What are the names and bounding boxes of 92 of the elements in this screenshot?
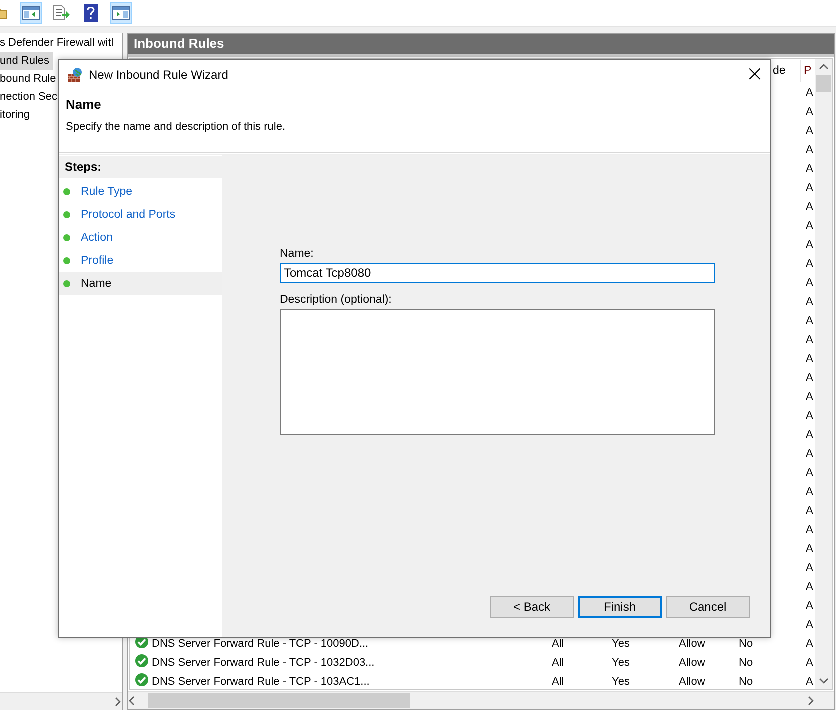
wizard-step[interactable]: Action: [59, 226, 222, 249]
table-cell: A: [806, 276, 814, 288]
table-cell: A: [806, 200, 814, 212]
description-field[interactable]: [280, 309, 715, 435]
chevron-right-icon[interactable]: [806, 696, 816, 706]
dot-icon: [63, 280, 71, 288]
tree-item[interactable]: und Rules: [0, 52, 53, 70]
toolbar-button[interactable]: [20, 2, 42, 24]
table-cell: No: [739, 638, 754, 650]
firewall-icon: [67, 66, 83, 82]
table-cell: A: [806, 466, 814, 478]
table-cell: A: [806, 390, 814, 402]
table-cell: A: [806, 220, 814, 232]
table-cell: A: [806, 124, 814, 136]
page-heading: Name: [66, 97, 102, 112]
table-cell: A: [806, 296, 814, 308]
table-cell: A: [806, 676, 814, 688]
table-cell: A: [806, 162, 814, 174]
tree-item[interactable]: s Defender Firewall witl: [0, 34, 117, 52]
field-label: Description (optional):: [280, 294, 393, 306]
table-cell: A: [806, 106, 814, 118]
pane-icon: [22, 6, 40, 20]
name-field[interactable]: Tomcat Tcp8080: [280, 263, 715, 283]
rule-name: DNS Server Forward Rule - TCP - 10090D...: [152, 638, 369, 650]
dialog-button[interactable]: Cancel: [666, 596, 750, 618]
export-icon: [52, 5, 70, 21]
pane-icon: [112, 6, 130, 20]
table-cell: A: [806, 486, 814, 498]
table-cell: All: [552, 656, 564, 668]
scroll-thumb[interactable]: [816, 75, 831, 92]
wizard-step[interactable]: Rule Type: [59, 180, 222, 203]
table-cell: A: [806, 314, 814, 326]
table-cell: Yes: [612, 656, 630, 668]
tree-item[interactable]: nection Sec: [0, 88, 60, 106]
steps-heading: Steps:: [59, 156, 222, 178]
table-cell: A: [806, 238, 814, 250]
table-cell: A: [806, 562, 814, 574]
table-cell: Allow: [679, 656, 706, 668]
table-cell: A: [806, 144, 814, 156]
table-cell: A: [806, 182, 814, 194]
scroll-thumb[interactable]: [148, 693, 410, 708]
table-cell: A: [806, 372, 814, 384]
wizard-step[interactable]: Name: [59, 272, 222, 295]
table-cell: No: [739, 676, 754, 688]
table-cell: A: [806, 410, 814, 422]
table-cell: No: [739, 656, 754, 668]
help-icon: [84, 4, 98, 22]
tree-item[interactable]: bound Rule: [0, 70, 60, 88]
table-cell: A: [806, 86, 814, 98]
table-cell: All: [552, 676, 564, 688]
rule-name: DNS Server Forward Rule - TCP - 1032D03...: [152, 656, 375, 668]
table-cell: A: [806, 600, 814, 612]
table-cell: A: [806, 656, 814, 668]
table-cell: A: [806, 258, 814, 270]
toolbar-button[interactable]: [110, 2, 132, 24]
horizontal-scrollbar[interactable]: [0, 692, 122, 710]
table-cell: A: [806, 580, 814, 592]
chevron-right-icon[interactable]: [114, 696, 122, 706]
tree-item[interactable]: itoring: [0, 106, 33, 124]
table-cell: All: [552, 638, 564, 650]
rule-name: DNS Server Forward Rule - TCP - 103AC1...: [152, 676, 370, 688]
table-cell: A: [806, 334, 814, 346]
dot-icon: [63, 234, 71, 242]
dot-icon: [63, 210, 71, 218]
table-cell: Allow: [679, 676, 706, 688]
table-cell: A: [806, 504, 814, 516]
horizontal-scrollbar[interactable]: [128, 691, 834, 709]
dot-icon: [63, 256, 71, 264]
table-cell: A: [806, 428, 814, 440]
table-cell: A: [806, 352, 814, 364]
table-cell: A: [806, 542, 814, 554]
close-button[interactable]: ×: [740, 60, 770, 89]
table-cell: A: [806, 524, 814, 536]
check-icon: [135, 673, 149, 687]
table-cell: Yes: [612, 638, 630, 650]
vertical-scrollbar[interactable]: [815, 59, 832, 689]
wizard-step[interactable]: Protocol and Ports: [59, 203, 222, 226]
wizard-step[interactable]: Profile: [59, 249, 222, 272]
dialog-button[interactable]: < Back: [490, 596, 574, 618]
dialog-button[interactable]: Finish: [578, 596, 662, 618]
dot-icon: [63, 188, 71, 196]
table-cell: A: [806, 638, 814, 650]
table-cell: Allow: [679, 638, 706, 650]
page-subtitle: Specify the name and description of this rule.: [66, 121, 287, 133]
check-icon: [135, 654, 149, 668]
table-cell: Yes: [612, 676, 630, 688]
dialog-title: New Inbound Rule Wizard: [89, 68, 230, 82]
field-label: Name:: [280, 248, 315, 260]
table-cell: A: [806, 618, 814, 630]
column-header[interactable]: de: [773, 65, 786, 77]
panel-title: Inbound Rules: [128, 34, 834, 57]
table-cell: A: [806, 448, 814, 460]
